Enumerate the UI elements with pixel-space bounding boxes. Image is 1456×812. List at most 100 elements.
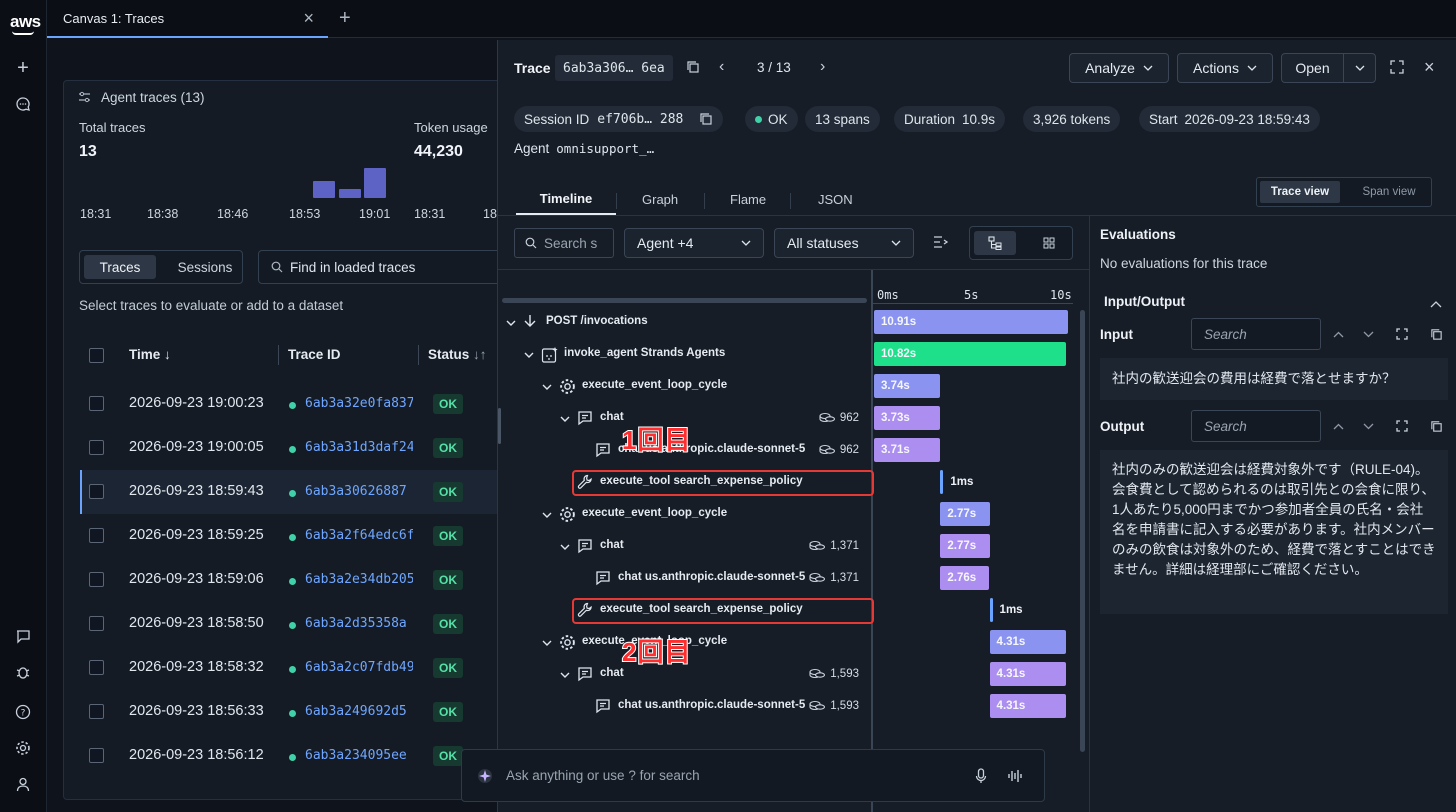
table-row[interactable]: 2026-09-23 19:00:23 6ab3a32e0fa837 OK <box>64 394 504 416</box>
close-tab-icon[interactable]: × <box>303 8 314 29</box>
timeline-scrollbar[interactable] <box>1080 310 1085 752</box>
add-tab-icon[interactable]: + <box>339 7 351 30</box>
row-checkbox[interactable] <box>89 396 104 411</box>
span-duration-bar[interactable]: 3.73s <box>874 406 941 430</box>
next-trace-icon[interactable]: › <box>820 58 825 76</box>
row-trace-id[interactable]: 6ab3a30626887 <box>305 484 413 499</box>
chevron-down-icon[interactable] <box>542 638 552 650</box>
table-row[interactable]: 2026-09-23 18:59:43 6ab3a30626887 OK <box>64 482 504 504</box>
span-duration-bar[interactable]: 3.74s <box>874 374 941 398</box>
span-row[interactable]: chat us.anthropic.claude-sonnet-5 1,593 <box>498 690 871 722</box>
row-trace-id[interactable]: 6ab3a234095ee <box>305 748 413 763</box>
chevron-down-icon[interactable] <box>1358 324 1378 344</box>
row-trace-id[interactable]: 6ab3a2e34db205 <box>305 572 413 587</box>
copy-trace-id-icon[interactable] <box>686 60 700 77</box>
row-trace-id[interactable]: 6ab3a2c07fdb49 <box>305 660 413 675</box>
span-duration-bar[interactable]: 2.77s <box>940 502 990 526</box>
table-row[interactable]: 2026-09-23 18:59:25 6ab3a2f64edc6f OK <box>64 526 504 548</box>
table-row[interactable]: 2026-09-23 18:59:06 6ab3a2e34db205 OK <box>64 570 504 592</box>
tab-canvas-1[interactable]: Canvas 1: Traces × <box>47 0 328 38</box>
chevron-up-icon[interactable] <box>1328 416 1348 436</box>
copy-output-icon[interactable] <box>1426 416 1446 436</box>
help-icon[interactable]: ? <box>12 701 34 723</box>
row-checkbox[interactable] <box>89 704 104 719</box>
ask-bar[interactable]: Ask anything or use ? for search <box>461 749 1045 802</box>
expand-output-icon[interactable] <box>1392 416 1412 436</box>
row-checkbox[interactable] <box>89 440 104 455</box>
copy-session-id-icon[interactable] <box>699 112 713 126</box>
span-row[interactable]: execute_event_loop_cycle <box>498 498 871 530</box>
row-checkbox[interactable] <box>89 616 104 631</box>
voice-wave-icon[interactable] <box>1007 768 1023 784</box>
chevron-down-icon[interactable] <box>542 382 552 394</box>
span-row[interactable]: execute_event_loop_cycle <box>498 370 871 402</box>
chevron-down-icon[interactable] <box>1358 416 1378 436</box>
tab-timeline[interactable]: Timeline <box>516 183 616 215</box>
aws-logo[interactable]: aws <box>10 12 41 32</box>
open-button[interactable]: Open <box>1281 53 1344 83</box>
table-row[interactable]: 2026-09-23 18:58:32 6ab3a2c07fdb49 OK <box>64 658 504 680</box>
row-trace-id[interactable]: 6ab3a2f64edc6f <box>305 528 413 543</box>
bug-icon[interactable] <box>12 661 34 683</box>
chevron-down-icon[interactable] <box>560 414 570 426</box>
tab-sessions[interactable]: Sessions <box>166 255 244 279</box>
collapse-io-icon[interactable] <box>1430 296 1442 311</box>
close-panel-icon[interactable]: × <box>1424 57 1435 78</box>
table-row[interactable]: 2026-09-23 18:58:50 6ab3a2d35358a OK <box>64 614 504 636</box>
find-traces-input[interactable]: Find in loaded traces <box>258 250 508 284</box>
actions-button[interactable]: Actions <box>1177 53 1273 83</box>
span-duration-bar[interactable]: 10.82s <box>874 342 1067 366</box>
tab-flame[interactable]: Flame <box>730 183 766 215</box>
table-row[interactable]: 2026-09-23 19:00:05 6ab3a31d3daf24 OK <box>64 438 504 460</box>
tab-traces[interactable]: Traces <box>84 255 156 279</box>
row-trace-id[interactable]: 6ab3a2d35358a <box>305 616 413 631</box>
settings-icon[interactable] <box>12 737 34 759</box>
expand-input-icon[interactable] <box>1392 324 1412 344</box>
expand-icon[interactable] <box>1390 60 1404 77</box>
span-duration-bar[interactable]: 4.31s <box>989 694 1067 718</box>
span-view-button[interactable]: Span view <box>1349 181 1429 203</box>
row-checkbox[interactable] <box>89 484 104 499</box>
span-row[interactable]: chat 1,371 <box>498 530 871 562</box>
row-checkbox[interactable] <box>89 572 104 587</box>
chevron-down-icon[interactable] <box>524 350 534 362</box>
chevron-up-icon[interactable] <box>1328 324 1348 344</box>
agent-filter[interactable]: Agent +4 <box>624 228 764 258</box>
user-icon[interactable] <box>12 773 34 795</box>
status-filter[interactable]: All statuses <box>774 228 914 258</box>
grid-view-icon[interactable] <box>1028 231 1070 255</box>
analyze-button[interactable]: Analyze <box>1069 53 1169 83</box>
row-trace-id[interactable]: 6ab3a249692d5 <box>305 704 413 719</box>
trace-view-button[interactable]: Trace view <box>1260 181 1340 203</box>
select-all-checkbox[interactable] <box>89 348 104 363</box>
chevron-down-icon[interactable] <box>560 670 570 682</box>
row-checkbox[interactable] <box>89 660 104 675</box>
plus-icon[interactable]: + <box>12 57 34 79</box>
chevron-down-icon[interactable] <box>506 318 516 330</box>
chevron-down-icon[interactable] <box>542 510 552 522</box>
span-duration-bar[interactable]: 1ms <box>989 598 1023 622</box>
feedback-icon[interactable] <box>12 625 34 647</box>
span-duration-bar[interactable]: 2.77s <box>940 534 990 558</box>
span-duration-bar[interactable]: 3.71s <box>874 438 940 462</box>
col-trace-id[interactable]: Trace ID <box>288 347 341 362</box>
chat-icon[interactable] <box>12 93 34 115</box>
copy-input-icon[interactable] <box>1426 324 1446 344</box>
output-search[interactable]: Search <box>1191 410 1321 442</box>
span-row[interactable]: chat us.anthropic.claude-sonnet-5 1,371 <box>498 562 871 594</box>
table-row[interactable]: 2026-09-23 18:56:12 6ab3a234095ee OK <box>64 746 504 768</box>
tree-view-icon[interactable] <box>974 231 1016 255</box>
span-duration-bar[interactable]: 1ms <box>940 470 973 494</box>
row-checkbox[interactable] <box>89 748 104 763</box>
span-duration-bar[interactable]: 4.31s <box>989 662 1067 686</box>
span-duration-bar[interactable]: 10.91s <box>874 310 1068 334</box>
chevron-down-icon[interactable] <box>560 542 570 554</box>
filter-sliders-icon[interactable] <box>78 91 91 107</box>
row-checkbox[interactable] <box>89 528 104 543</box>
table-row[interactable]: 2026-09-23 18:56:33 6ab3a249692d5 OK <box>64 702 504 724</box>
input-search[interactable]: Search <box>1191 318 1321 350</box>
span-row[interactable]: invoke_agent Strands Agents <box>498 338 871 370</box>
span-row[interactable]: POST /invocations <box>498 306 871 338</box>
open-menu-button[interactable] <box>1343 53 1376 83</box>
col-time[interactable]: Time ↓ <box>129 347 171 362</box>
